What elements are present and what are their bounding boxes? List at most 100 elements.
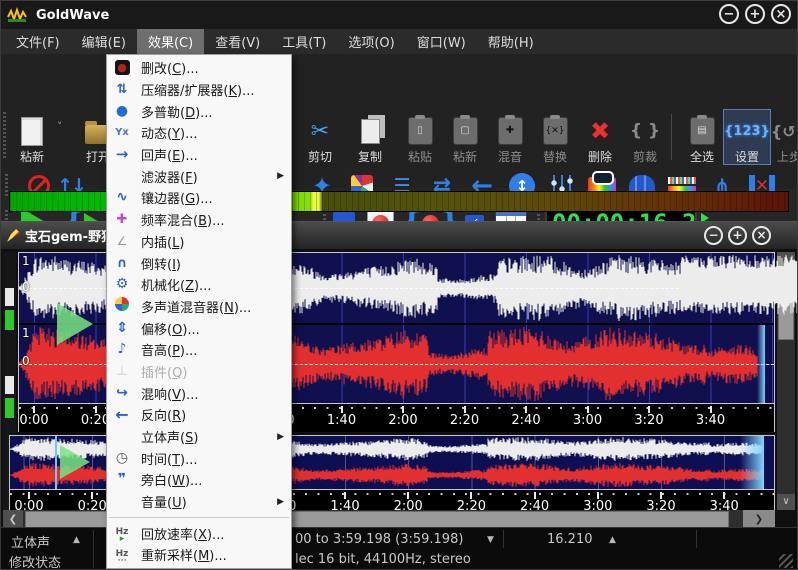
menu-item-flanger[interactable]: ∿镶边器(G)... [107,187,291,209]
menu-item-offset[interactable]: ⇕偏移(O)... [107,317,291,339]
time-tick-label: 2:00 [388,413,417,428]
trim-button[interactable]: { }剪裁 [622,110,668,164]
replace-button[interactable]: {✕}替换 [532,110,578,164]
menu-item-multichannel-mixer[interactable]: 多声道混音器(N)... [107,296,291,318]
menu-item-pitch[interactable]: ♪音高(P)... [107,339,291,361]
menu-item-mechanize[interactable]: ⚙机械化(Z)... [107,274,291,296]
menu-item-doppler[interactable]: ●多普勒(D)... [107,100,291,122]
toolbar-grip[interactable] [3,112,6,160]
copy-button[interactable]: 复制 [347,110,393,164]
menu-item-reverb[interactable]: ↪混响(V)... [107,382,291,404]
playback-rate-icon: Hz▸ [107,523,137,543]
paste-button[interactable]: ▯粘贴 [397,110,443,164]
menu-item-label: 镶边器(G)... [137,188,213,207]
close-icon[interactable]: × [752,226,771,245]
edit-mode-status[interactable]: 修改状态 [9,552,61,570]
submenu-arrow-icon: ▶ [277,432,284,442]
channel-meter-bar [5,310,14,330]
time-tick-label: 3:40 [696,413,725,428]
toolbar-grip[interactable] [5,174,8,198]
menu-item-filter[interactable]: 滤波器(F)▶ [107,165,291,187]
menu-item-stereo[interactable]: 立体声(S)▶ [107,426,291,448]
toolbar-button-label: 删除 [588,150,612,164]
toolbar-button-label: 全选 [690,150,714,164]
axis-tick [28,492,30,499]
set-marker-icon: {123} [724,114,770,148]
chevron-down-icon[interactable]: ˅ [57,120,63,133]
editor-window-controls: − + × [704,226,771,245]
window-controls: − + × [719,4,791,24]
maximize-icon[interactable]: + [728,226,747,245]
new-file-button[interactable]: 粘新 [9,110,55,164]
menubar-item[interactable]: 选项(O) [337,29,405,54]
menu-item-label: 动态(Y)... [137,123,198,142]
menubar-item[interactable]: 效果(C) [137,29,204,54]
maximize-icon[interactable]: + [745,4,765,24]
menu-item-label: 混响(V)... [137,384,198,403]
scroll-down-icon[interactable]: ∨ [777,494,795,510]
menu-item-label: 滤波器(F) [137,167,198,186]
mechanize-icon: ⚙ [107,277,137,292]
chevron-up-icon[interactable]: ▲ [73,535,80,545]
paste-new-button[interactable]: ▢粘新 [442,110,488,164]
menu-item-echo[interactable]: →回声(E)... [107,144,291,166]
waveform-overflow [681,253,798,317]
plugin-icon: ⊥ [107,364,137,379]
selection-range-status: 00 to 3:59.198 (3:59.198) [295,532,463,547]
menu-item-voice-over[interactable]: ❞旁白(W)... [107,469,291,491]
trim-icon: { } [630,114,660,148]
chevron-up-icon[interactable]: ▲ [609,535,616,545]
channel-meter-bar [5,398,14,418]
offset-icon: ⇕ [107,321,137,336]
menubar-item[interactable]: 文件(F) [5,29,71,54]
toolbar-button-label: 上步 [777,150,798,164]
play-watermark-icon [57,303,93,345]
mix-button[interactable]: ✚混音 [487,110,533,164]
menu-item-label: 音高(P)... [137,340,197,359]
chevron-down-icon[interactable]: ▼ [487,535,494,545]
menu-item-frequency-blend[interactable]: ✚频率混合(B)... [107,209,291,231]
doppler-icon: ● [107,104,137,119]
status-separator [696,530,697,548]
cut-icon: ✂ [311,114,329,148]
menu-item-dynamics[interactable]: Yx动态(Y)... [107,122,291,144]
menu-item-invert[interactable]: ∩倒转(I) [107,252,291,274]
toolbar-separator [671,114,672,160]
channel-mode-status[interactable]: 立体声 [11,532,50,551]
menu-item-label: 回放速率(X)... [137,524,224,543]
minimize-icon[interactable]: − [719,4,739,24]
menu-item-censor[interactable]: ●删改(C)... [107,57,291,79]
menu-item-playback-rate[interactable]: Hz▸回放速率(X)... [107,522,291,544]
set-marker-button[interactable]: {123} 设置 [724,110,770,164]
menu-item-compressor-expander[interactable]: ⇅压缩器/扩展器(K)... [107,79,291,101]
window-title: GoldWave [36,8,109,23]
time-tick-label: 2:40 [511,413,540,428]
censor-icon: ● [107,60,137,75]
menubar-item[interactable]: 工具(T) [271,29,337,54]
menubar-item[interactable]: 帮助(H) [477,29,545,54]
cut-button[interactable]: ✂剪切 [297,110,343,164]
select-all-button[interactable]: ▤全选 [679,110,725,164]
toolbar-button-label: 设置 [735,150,759,164]
close-icon[interactable]: × [771,4,791,24]
menu-bar: 文件(F)编辑(E)效果(C)查看(V)工具(T)选项(O)窗口(W)帮助(H) [1,29,798,54]
menu-item-plugin: ⊥插件(Q) [107,361,291,383]
undo-step-button[interactable]: {↺}上步 [766,110,798,164]
menubar-item[interactable]: 窗口(W) [406,29,477,54]
menu-separator [109,512,289,518]
menu-item-volume[interactable]: 音量(U)▶ [107,491,291,513]
delete-button[interactable]: ✖删除 [577,110,623,164]
menu-item-reverse[interactable]: ←反向(R) [107,404,291,426]
menu-item-interpolate[interactable]: ∠内插(L) [107,231,291,253]
menu-item-resample[interactable]: Hz⋯重新采样(M)... [107,544,291,566]
position-marker [55,436,57,489]
menubar-item[interactable]: 编辑(E) [71,29,137,54]
toolbar-button-label: 替换 [543,150,567,164]
minimize-icon[interactable]: − [704,226,723,245]
menubar-item[interactable]: 查看(V) [204,29,271,54]
resize-grip[interactable] [779,554,793,568]
time-tick-label: 2:20 [450,413,479,428]
menu-item-label: 压缩器/扩展器(K)... [137,80,254,99]
multichannel-mixer-icon [107,297,137,315]
menu-item-time[interactable]: ◷时间(T)... [107,447,291,469]
